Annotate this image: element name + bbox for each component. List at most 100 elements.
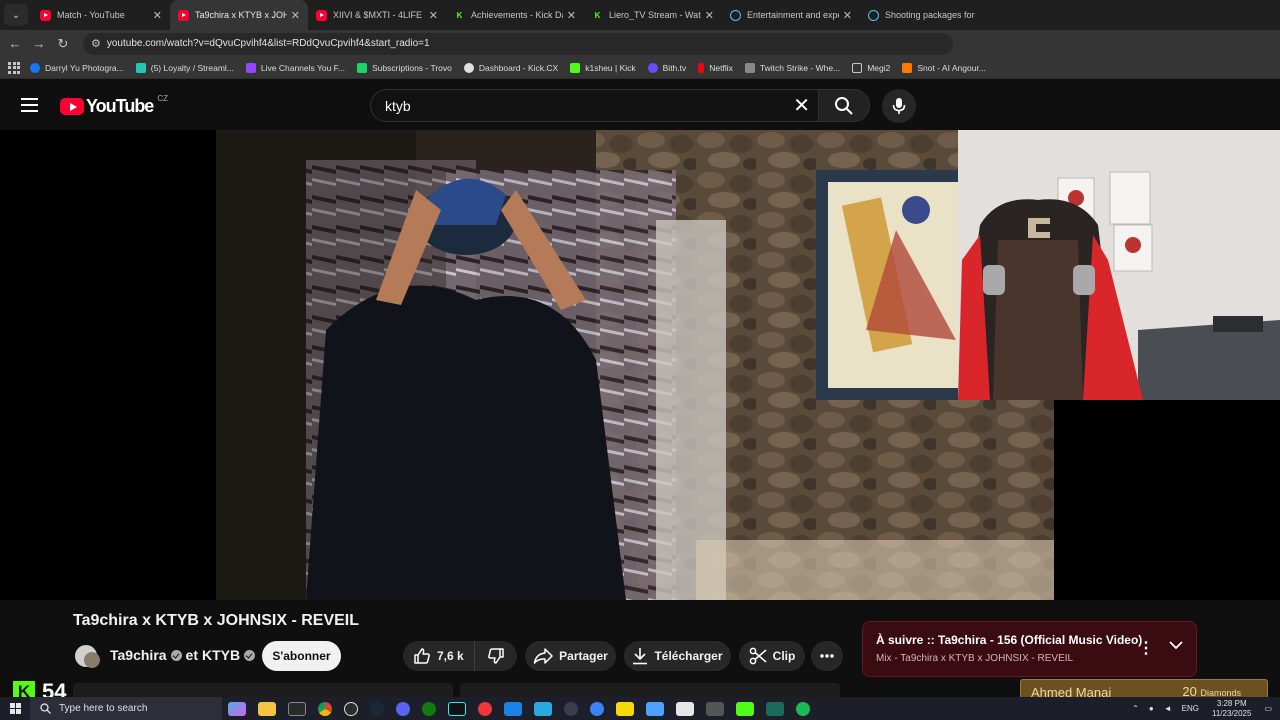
close-tab-icon[interactable]: ✕ bbox=[153, 9, 162, 22]
search-button[interactable] bbox=[818, 89, 870, 122]
microphone-icon bbox=[892, 98, 906, 114]
up-next-more-icon[interactable]: ⋮ bbox=[1138, 638, 1154, 658]
clock[interactable]: 3:28 PM 11/23/2025 bbox=[1212, 699, 1251, 719]
apps-grid-icon[interactable] bbox=[8, 61, 20, 74]
browser-tab[interactable]: Match - YouTube ✕ bbox=[32, 0, 170, 30]
app-icon[interactable] bbox=[646, 701, 664, 716]
bookmark-item[interactable]: Twitch Strike - Whe... bbox=[744, 62, 840, 73]
browser-tab[interactable]: Shooting packages for bbox=[860, 0, 998, 30]
discord-icon[interactable] bbox=[396, 701, 410, 716]
comment-panel-edge bbox=[460, 683, 840, 697]
video-player[interactable] bbox=[0, 130, 1280, 600]
browser-tab[interactable]: Entertainment and experi ✕ bbox=[722, 0, 860, 30]
start-button[interactable] bbox=[0, 697, 30, 720]
bookmark-item[interactable]: Subscriptions - Trovo bbox=[357, 62, 452, 73]
up-next-panel[interactable]: À suivre :: Ta9chira - 156 (Official Mus… bbox=[862, 621, 1197, 677]
app-icon[interactable] bbox=[706, 701, 724, 716]
search-input[interactable]: ktyb ✕ bbox=[370, 89, 820, 122]
back-arrow-icon[interactable]: ← bbox=[3, 36, 27, 51]
channel-name-link[interactable]: KTYB bbox=[202, 647, 240, 663]
tab-title: Entertainment and experi bbox=[747, 10, 839, 20]
kick-icon bbox=[570, 62, 581, 73]
reload-icon[interactable]: ↻ bbox=[51, 36, 75, 52]
app-icon[interactable] bbox=[564, 701, 578, 716]
youtube-icon bbox=[40, 9, 51, 21]
share-label: Partager bbox=[559, 649, 608, 663]
address-bar[interactable]: ⚙ youtube.com/watch?v=dQvuCpvihf4&list=R… bbox=[83, 32, 953, 55]
browser-tab-active[interactable]: Ta9chira x KTYB x JOHNSI ✕ bbox=[170, 0, 308, 30]
tab-search-button[interactable]: ⌄ bbox=[4, 4, 28, 26]
close-tab-icon[interactable]: ✕ bbox=[843, 9, 852, 22]
close-tab-icon[interactable]: ✕ bbox=[429, 9, 438, 22]
clock-date: 11/23/2025 bbox=[1211, 708, 1252, 718]
capcut-icon[interactable] bbox=[676, 701, 694, 716]
channel-name-link[interactable]: Ta9chira bbox=[110, 647, 167, 663]
webcam-scene bbox=[958, 130, 1280, 400]
chevron-up-icon[interactable]: ⌃ bbox=[1132, 704, 1139, 713]
app-icon[interactable] bbox=[766, 701, 784, 716]
obs-icon[interactable] bbox=[344, 701, 358, 716]
avatar[interactable] bbox=[84, 652, 100, 668]
xbox-icon[interactable] bbox=[422, 701, 436, 716]
clip-button[interactable]: Clip bbox=[739, 641, 805, 671]
more-actions-button[interactable] bbox=[811, 641, 843, 671]
malwarebytes-icon[interactable] bbox=[504, 701, 522, 716]
menu-icon[interactable] bbox=[21, 98, 38, 112]
youtube-icon bbox=[178, 9, 189, 21]
app-icon[interactable] bbox=[534, 701, 552, 716]
spotify-icon[interactable] bbox=[796, 701, 810, 716]
bookmark-item[interactable]: Snot - AI Angour... bbox=[902, 62, 986, 73]
youtube-logo[interactable]: YouTube CZ bbox=[60, 94, 168, 117]
app-icon[interactable] bbox=[616, 701, 634, 716]
bookmark-item[interactable]: Darryl Yu Photogra... bbox=[30, 62, 124, 73]
steam-icon[interactable] bbox=[370, 701, 384, 716]
close-tab-icon[interactable]: ✕ bbox=[567, 9, 576, 22]
download-label: Télécharger bbox=[654, 649, 723, 663]
app-icon[interactable] bbox=[590, 701, 604, 716]
voice-search-button[interactable] bbox=[882, 89, 916, 123]
vivaldi-icon[interactable] bbox=[478, 701, 492, 716]
taskbar-search-input[interactable]: Type here to search bbox=[30, 697, 222, 720]
subscribe-button[interactable]: S'abonner bbox=[262, 641, 341, 671]
bookmark-item[interactable]: (5) Loyalty / Streaml... bbox=[135, 62, 234, 73]
chrome-icon[interactable] bbox=[318, 701, 332, 716]
close-tab-icon[interactable]: ✕ bbox=[291, 9, 300, 22]
youtube-play-icon bbox=[60, 98, 84, 115]
microphone-icon[interactable]: ● bbox=[1149, 704, 1154, 713]
language-indicator[interactable]: ENG bbox=[1182, 704, 1199, 713]
copilot-icon[interactable] bbox=[228, 701, 246, 716]
bookmark-item[interactable]: Live Channels You F... bbox=[245, 62, 345, 73]
youtube-header: YouTube CZ ktyb ✕ bbox=[0, 80, 1280, 130]
browser-tab[interactable]: K Liero_TV Stream - Watch l ✕ bbox=[584, 0, 722, 30]
notifications-icon[interactable]: ▭ bbox=[1264, 704, 1272, 713]
bookmark-item[interactable]: Dashboard - Kick.CX bbox=[463, 62, 558, 73]
browser-tab[interactable]: K Achievements - Kick Dash ✕ bbox=[446, 0, 584, 30]
channel-names: Ta9chira et KTYB bbox=[110, 647, 259, 663]
forward-arrow-icon[interactable]: → bbox=[27, 36, 51, 51]
download-button[interactable]: Télécharger bbox=[624, 641, 731, 671]
bookmark-item[interactable]: k1sheu | Kick bbox=[570, 62, 636, 73]
chevron-down-icon[interactable] bbox=[1169, 640, 1183, 650]
site-info-icon[interactable]: ⚙ bbox=[91, 37, 101, 50]
dislike-button[interactable] bbox=[475, 647, 517, 665]
system-tray: ⌃ ● ◄ ENG 3:28 PM 11/23/2025 ▭ bbox=[1127, 697, 1280, 720]
close-tab-icon[interactable]: ✕ bbox=[705, 9, 714, 22]
bookmark-item[interactable]: Netflix bbox=[698, 62, 733, 73]
video-title: Ta9chira x KTYB x JOHNSIX - REVEIL bbox=[73, 612, 360, 629]
like-button[interactable]: 7,6 k bbox=[403, 641, 475, 671]
twitch-strike-icon bbox=[744, 62, 755, 73]
tab-title: Match - YouTube bbox=[57, 10, 125, 20]
kick-icon[interactable] bbox=[736, 701, 754, 716]
epic-games-icon[interactable] bbox=[288, 701, 306, 716]
speaker-icon[interactable]: ◄ bbox=[1164, 704, 1172, 713]
share-button[interactable]: Partager bbox=[525, 641, 616, 671]
tiktok-icon[interactable] bbox=[448, 701, 466, 716]
url-text: youtube.com/watch?v=dQvuCpvihf4&list=RDd… bbox=[106, 38, 430, 49]
bookmark-item[interactable]: Bith.tv bbox=[647, 62, 686, 73]
up-next-title: À suivre :: Ta9chira - 156 (Official Mus… bbox=[876, 633, 1143, 647]
browser-tab[interactable]: XIIVI & $MXTI - 4LIFE X A ✕ bbox=[308, 0, 446, 30]
bookmark-folder[interactable]: Megi2 bbox=[852, 62, 890, 73]
channel-joiner: et bbox=[185, 647, 198, 663]
clear-search-icon[interactable]: ✕ bbox=[793, 96, 810, 116]
file-explorer-icon[interactable] bbox=[258, 701, 276, 716]
